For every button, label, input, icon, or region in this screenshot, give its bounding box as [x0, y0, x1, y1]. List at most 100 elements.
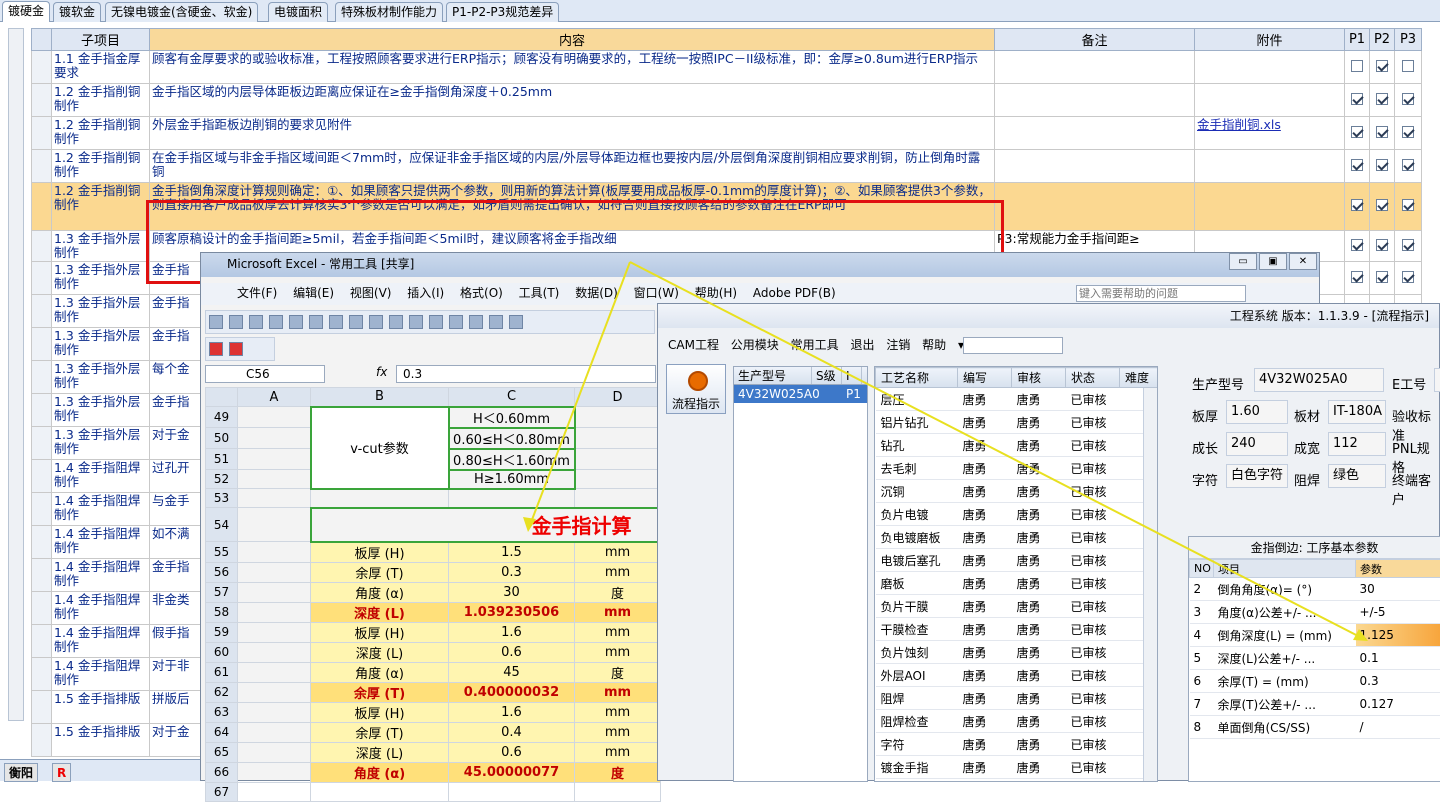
row-number[interactable]: 52 [206, 470, 238, 489]
process-row[interactable]: 负片蚀刻唐勇唐勇已审核 [876, 641, 1159, 664]
p1-cell[interactable] [1345, 117, 1370, 150]
row-selector[interactable] [32, 460, 52, 493]
row-number[interactable]: 50 [206, 428, 238, 449]
p1-checkbox[interactable] [1351, 93, 1363, 105]
cut-icon[interactable] [389, 315, 403, 329]
subitem-cell[interactable]: 1.2 金手指削铜制作 [52, 117, 150, 150]
tab-hengyang[interactable]: 衡阳 [4, 763, 38, 782]
subitem-cell[interactable]: 1.4 金手指阻焊制作 [52, 493, 150, 526]
p1-checkbox[interactable] [1351, 159, 1363, 171]
param-value[interactable]: 0.127 [1356, 693, 1440, 716]
menu-logout[interactable]: 注销 [886, 338, 910, 352]
cell-a[interactable] [238, 582, 311, 602]
row-number[interactable]: 56 [206, 562, 238, 582]
save-icon[interactable] [249, 315, 263, 329]
p3-checkbox[interactable] [1402, 93, 1414, 105]
row-number[interactable]: 49 [206, 407, 238, 428]
cell-d[interactable] [575, 470, 661, 489]
param-name-cell[interactable]: 角度 (α) [311, 662, 449, 682]
param-value-cell[interactable]: 1.6 [449, 622, 575, 642]
process-row[interactable]: 字符唐勇唐勇已审核 [876, 733, 1159, 756]
p1-checkbox[interactable] [1351, 271, 1363, 283]
p1-checkbox[interactable] [1351, 60, 1363, 72]
name-box[interactable]: C56 [205, 365, 325, 383]
new-icon[interactable] [209, 315, 223, 329]
row-selector[interactable] [32, 117, 52, 150]
param-value-cell[interactable]: 1.039230506 [449, 602, 575, 622]
row-number[interactable]: 66 [206, 762, 238, 782]
cell-a[interactable] [238, 622, 311, 642]
p2-checkbox[interactable] [1376, 126, 1388, 138]
param-value[interactable]: / [1356, 716, 1440, 739]
param-value-cell[interactable]: 0.6 [449, 742, 575, 762]
attachment-cell[interactable] [1195, 51, 1345, 84]
copy-icon[interactable] [409, 315, 423, 329]
header-note[interactable]: 备注 [995, 29, 1195, 51]
p1-checkbox[interactable] [1351, 126, 1363, 138]
tab-nickel-free-gold[interactable]: 无镍电镀金(含硬金、软金) [105, 2, 258, 22]
p3-checkbox[interactable] [1402, 159, 1414, 171]
vcut-range[interactable]: H≥1.60mm [449, 470, 575, 489]
header-p3[interactable]: P3 [1395, 29, 1422, 51]
content-cell[interactable]: 在金手指区域与非金手指区域间距＜7mm时，应保证非金手指区域的内层/外层导体距边… [150, 150, 995, 183]
vcut-range[interactable]: H＜0.60mm [449, 407, 575, 428]
subitem-cell[interactable]: 1.4 金手指阻焊制作 [52, 526, 150, 559]
row-number[interactable]: 51 [206, 449, 238, 470]
menu-insert[interactable]: 插入(I) [407, 286, 444, 300]
subitem-cell[interactable]: 1.3 金手指外层制作 [52, 231, 150, 262]
param-unit-cell[interactable]: 度 [575, 762, 661, 782]
param-name-cell[interactable]: 角度 (α) [311, 762, 449, 782]
process-row[interactable]: 阻焊检查唐勇唐勇已审核 [876, 710, 1159, 733]
length-field[interactable]: 240 [1226, 432, 1288, 456]
selected-model-row[interactable]: 4V32W025A0P1 [734, 385, 867, 403]
param-unit-cell[interactable]: mm [575, 742, 661, 762]
row-selector[interactable] [32, 295, 52, 328]
p2-checkbox[interactable] [1376, 271, 1388, 283]
p1-cell[interactable] [1345, 51, 1370, 84]
param-name-cell[interactable] [311, 782, 449, 801]
table-row[interactable]: 1.2 金手指削铜制作在金手指区域与非金手指区域间距＜7mm时，应保证非金手指区… [32, 150, 1422, 183]
param-name-cell[interactable]: 板厚 (H) [311, 622, 449, 642]
row-selector[interactable] [32, 658, 52, 691]
subitem-cell[interactable]: 1.2 金手指削铜制作 [52, 150, 150, 183]
pdf-email-icon[interactable] [229, 342, 243, 356]
close-icon[interactable]: ✕ [1289, 253, 1317, 270]
cell-d[interactable] [575, 449, 661, 470]
param-row[interactable]: 2倒角角度(α)= (°)30 [1190, 578, 1440, 601]
select-all-corner[interactable] [32, 29, 52, 51]
subitem-cell[interactable]: 1.3 金手指外层制作 [52, 295, 150, 328]
header-content[interactable]: 内容 [150, 29, 995, 51]
cell-a[interactable] [238, 782, 311, 801]
p2-checkbox[interactable] [1376, 159, 1388, 171]
row-number[interactable]: 67 [206, 782, 238, 801]
param-name-cell[interactable]: 深度 (L) [311, 602, 449, 622]
subitem-cell[interactable]: 1.3 金手指外层制作 [52, 328, 150, 361]
cell-a[interactable] [238, 562, 311, 582]
content-cell[interactable]: 顾客有金厚要求的或验收标准，工程按照顾客要求进行ERP指示；顾客没有明确要求的，… [150, 51, 995, 84]
param-name-cell[interactable]: 板厚 (H) [311, 542, 449, 563]
p2-checkbox[interactable] [1376, 199, 1388, 211]
p3-checkbox[interactable] [1402, 126, 1414, 138]
param-unit-cell[interactable]: mm [575, 602, 661, 622]
row-selector[interactable] [32, 493, 52, 526]
process-list-scrollbar[interactable] [1143, 388, 1157, 782]
subitem-cell[interactable]: 1.2 金手指削铜制作 [52, 183, 150, 231]
tab-plating-area[interactable]: 电镀面积 [268, 2, 328, 22]
param-row[interactable]: 6余厚(T) = (mm)0.3 [1190, 670, 1440, 693]
vcut-range[interactable]: 0.80≤H＜1.60mm [449, 449, 575, 470]
process-row[interactable]: 负片电镀唐勇唐勇已审核 [876, 503, 1159, 526]
subitem-cell[interactable]: 1.3 金手指外层制作 [52, 394, 150, 427]
param-value[interactable]: 0.1 [1356, 647, 1440, 670]
col-b[interactable]: B [311, 388, 449, 407]
param-row[interactable]: 4倒角深度(L) = (mm)1.125 [1190, 624, 1440, 647]
header-p1[interactable]: P1 [1345, 29, 1370, 51]
menu-help[interactable]: 帮助(H) [695, 286, 737, 300]
param-value-cell[interactable]: 1.6 [449, 702, 575, 722]
model-field[interactable]: 4V32W025A0 [1254, 368, 1384, 392]
cell-a[interactable] [238, 470, 311, 489]
header-p2[interactable]: P2 [1370, 29, 1395, 51]
row-selector[interactable] [32, 526, 52, 559]
row-selector[interactable] [32, 328, 52, 361]
permission-icon[interactable] [269, 315, 283, 329]
header-i[interactable]: I [842, 367, 862, 385]
